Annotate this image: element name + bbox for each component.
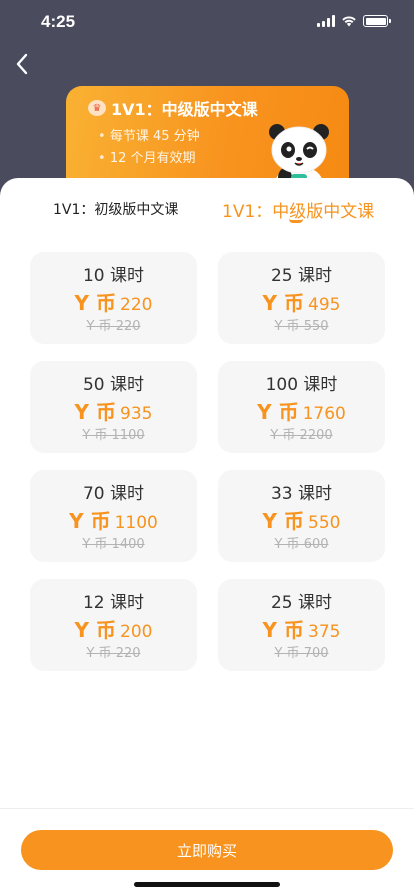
hero-features: 每节课 45 分钟 12 个月有效期 (98, 126, 200, 170)
package-currency: Y 币 (262, 291, 304, 315)
package-original-price: Y 币 600 (274, 537, 329, 552)
package-currency: Y 币 (257, 400, 299, 424)
package-hours: 25 课时 (270, 266, 333, 286)
hero-feature: 12 个月有效期 (98, 148, 200, 170)
active-tab-indicator (289, 219, 303, 223)
cellular-signal-icon (317, 15, 335, 27)
package-original-price: Y 币 1400 (82, 537, 145, 552)
package-price-value: 550 (308, 513, 341, 533)
status-time: 4:25 (41, 12, 76, 31)
package-original-price: Y 币 1100 (82, 428, 145, 443)
crown-icon: ♛ (88, 100, 106, 116)
package-price-value: 200 (120, 622, 153, 642)
package-currency: Y 币 (74, 618, 116, 642)
status-icons (317, 15, 391, 27)
package-hours: 25 课时 (270, 593, 333, 613)
package-hours: 12 课时 (82, 593, 145, 613)
package-price: Y 币 375 (218, 618, 385, 644)
package-price: Y 币 1760 (218, 400, 385, 426)
package-card[interactable]: 12 课时 Y 币 200 Y 币 220 (30, 579, 197, 671)
hero-feature: 每节课 45 分钟 (98, 126, 200, 148)
battery-icon (363, 15, 391, 27)
package-currency: Y 币 (262, 618, 304, 642)
package-price: Y 币 1100 (30, 509, 197, 535)
package-card[interactable]: 70 课时 Y 币 1100 Y 币 1400 (30, 470, 197, 562)
package-hours: 50 课时 (82, 375, 145, 395)
package-original-price: Y 币 2200 (270, 428, 333, 443)
package-original-price: Y 币 700 (274, 646, 329, 661)
package-original-price: Y 币 220 (86, 319, 141, 334)
course-tabs: 1V1：初级版中文课 1V1：中级版中文课 (0, 186, 414, 226)
package-price-value: 495 (308, 295, 341, 315)
chevron-left-icon (16, 53, 28, 75)
package-price: Y 币 550 (218, 509, 385, 535)
back-button[interactable] (10, 50, 34, 78)
package-sheet: 1V1：初级版中文课 1V1：中级版中文课 10 课时 Y 币 220 Y 币 2… (0, 178, 414, 896)
package-price-value: 935 (120, 404, 153, 424)
package-price: Y 币 200 (30, 618, 197, 644)
package-price: Y 币 935 (30, 400, 197, 426)
package-hours: 70 课时 (82, 484, 145, 504)
hero-title-row: ♛ 1V1：中级版中文课 (88, 96, 258, 120)
package-card[interactable]: 25 课时 Y 币 375 Y 币 700 (218, 579, 385, 671)
package-price: Y 币 220 (30, 291, 197, 317)
package-card[interactable]: 50 课时 Y 币 935 Y 币 1100 (30, 361, 197, 453)
wifi-icon (342, 16, 356, 27)
package-original-price: Y 币 220 (86, 646, 141, 661)
package-card[interactable]: 10 课时 Y 币 220 Y 币 220 (30, 252, 197, 344)
package-price: Y 币 495 (218, 291, 385, 317)
footer-divider (0, 808, 414, 809)
package-original-price: Y 币 550 (274, 319, 329, 334)
package-price-value: 1760 (302, 404, 346, 424)
tab-beginner-course[interactable]: 1V1：初级版中文课 (53, 199, 178, 219)
package-price-value: 1100 (114, 513, 158, 533)
package-card[interactable]: 25 课时 Y 币 495 Y 币 550 (218, 252, 385, 344)
home-indicator (134, 882, 280, 887)
package-card[interactable]: 100 课时 Y 币 1760 Y 币 2200 (218, 361, 385, 453)
package-currency: Y 币 (262, 509, 304, 533)
package-hours: 10 课时 (82, 266, 145, 286)
hero-title: 1V1：中级版中文课 (111, 100, 258, 119)
package-currency: Y 币 (69, 509, 111, 533)
package-hours: 33 课时 (270, 484, 333, 504)
package-price-value: 375 (308, 622, 341, 642)
package-currency: Y 币 (74, 291, 116, 315)
buy-now-button[interactable]: 立即购买 (21, 830, 393, 870)
package-hours: 100 课时 (265, 375, 338, 395)
package-card[interactable]: 33 课时 Y 币 550 Y 币 600 (218, 470, 385, 562)
status-bar: 4:25 (0, 0, 414, 46)
package-currency: Y 币 (74, 400, 116, 424)
package-price-value: 220 (120, 295, 153, 315)
